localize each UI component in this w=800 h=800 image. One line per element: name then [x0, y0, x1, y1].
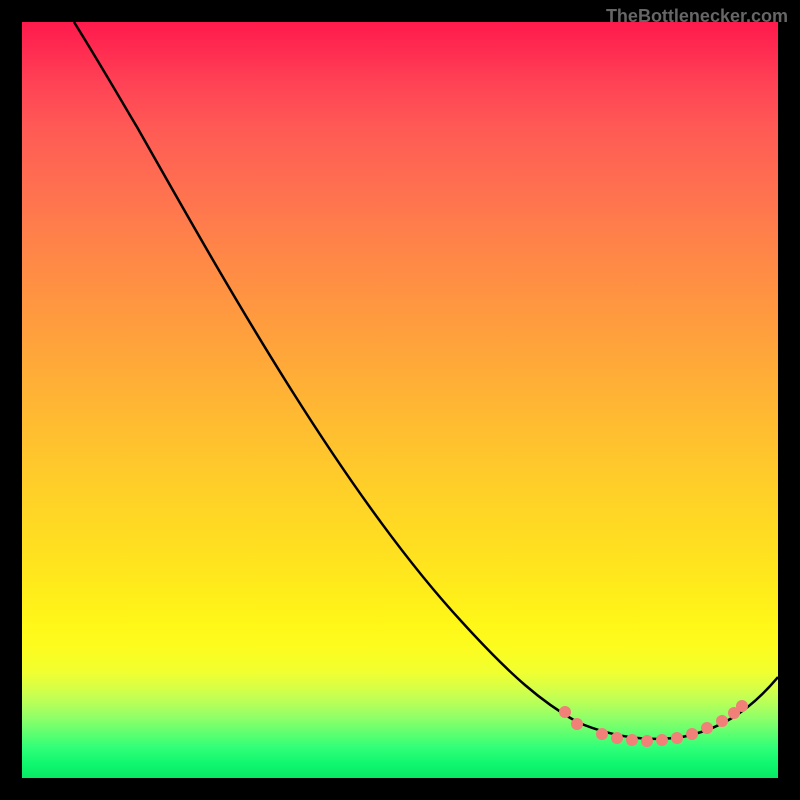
data-dot: [701, 722, 713, 734]
data-dot: [671, 732, 683, 744]
data-dot: [736, 700, 748, 712]
data-dot: [716, 715, 728, 727]
data-dot: [641, 735, 653, 747]
bottleneck-curve: [74, 22, 778, 739]
chart-container: [22, 22, 778, 778]
chart-svg: [22, 22, 778, 778]
data-dot: [559, 706, 571, 718]
data-dot: [686, 728, 698, 740]
data-dot: [656, 734, 668, 746]
data-dot: [626, 734, 638, 746]
data-dot: [596, 728, 608, 740]
data-dot: [571, 718, 583, 730]
watermark-text: TheBottlenecker.com: [606, 6, 788, 27]
data-dot: [611, 732, 623, 744]
